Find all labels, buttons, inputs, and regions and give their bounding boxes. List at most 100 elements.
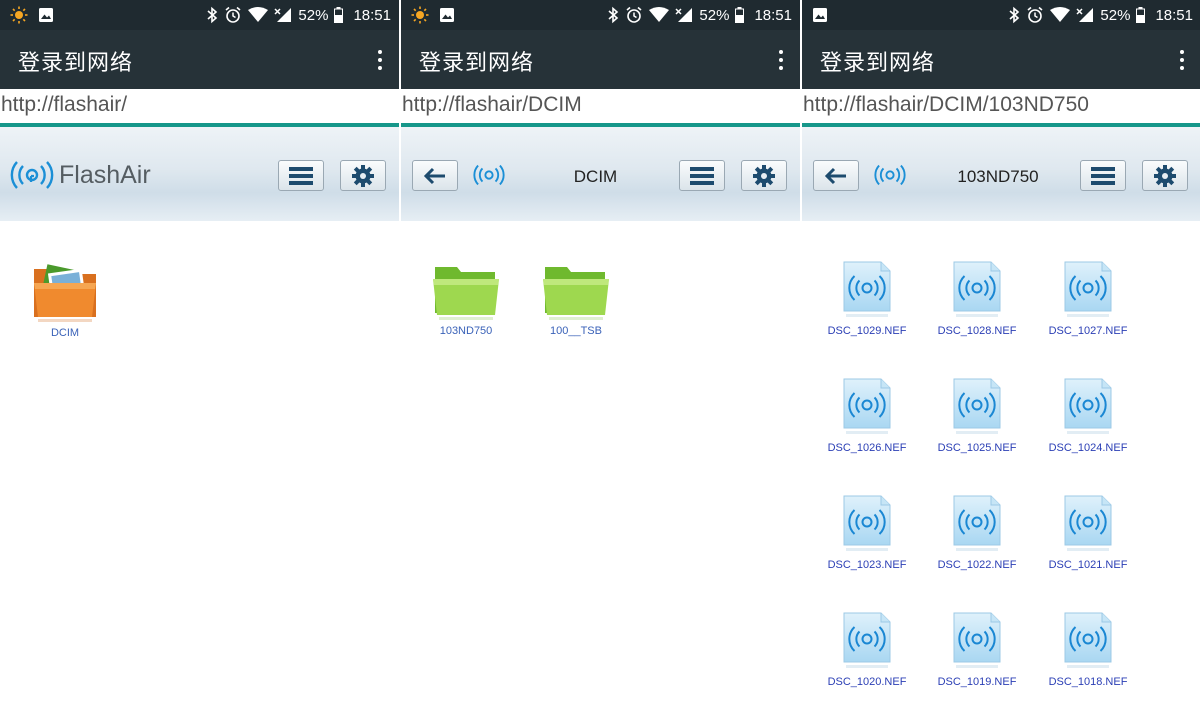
file-grid: 103ND750 100__TSB xyxy=(401,226,800,711)
list-item[interactable]: DSC_1027.NEF xyxy=(1038,259,1138,337)
gear-icon xyxy=(352,164,374,187)
brightness-icon xyxy=(411,6,429,24)
alarm-icon xyxy=(1027,6,1043,23)
screens-row: 52% 18:51 登录到网络 http://flashair/ FlashAi… xyxy=(0,0,1200,711)
list-item[interactable]: DSC_1026.NEF xyxy=(817,376,917,454)
nef-file-icon xyxy=(1064,495,1112,551)
url-bar[interactable]: http://flashair/DCIM/103ND750 xyxy=(802,89,1200,127)
overflow-menu-icon[interactable] xyxy=(1179,50,1185,70)
list-item[interactable]: DSC_1028.NEF xyxy=(927,259,1027,337)
settings-button[interactable] xyxy=(741,160,787,191)
page-title: 登录到网络 xyxy=(18,51,134,76)
list-item[interactable]: DSC_1020.NEF xyxy=(817,610,917,688)
flashair-wave-icon xyxy=(874,164,906,186)
item-label: DSC_1028.NEF xyxy=(937,325,1017,337)
item-label: DSC_1025.NEF xyxy=(937,442,1017,454)
item-label: 103ND750 xyxy=(439,325,493,337)
bluetooth-icon xyxy=(1009,6,1020,24)
nef-file-icon xyxy=(953,495,1001,551)
green-folder-icon xyxy=(433,267,499,320)
item-label: DSC_1027.NEF xyxy=(1048,325,1128,337)
list-view-button[interactable] xyxy=(278,160,324,191)
list-item[interactable]: 100__TSB xyxy=(526,261,626,337)
nef-file-icon xyxy=(1064,612,1112,668)
list-item[interactable]: DSC_1022.NEF xyxy=(927,493,1027,571)
url-bar[interactable]: http://flashair/ xyxy=(0,89,399,127)
item-label: DSC_1024.NEF xyxy=(1048,442,1128,454)
alarm-icon xyxy=(225,6,241,23)
status-bar: 52% 18:51 xyxy=(401,0,800,30)
nef-file-icon xyxy=(953,261,1001,317)
item-label: DSC_1018.NEF xyxy=(1048,676,1128,688)
clock: 18:51 xyxy=(353,6,391,24)
clock: 18:51 xyxy=(754,6,792,24)
list-item[interactable]: DSC_1021.NEF xyxy=(1038,493,1138,571)
wifi-icon xyxy=(649,7,670,22)
app-bar: 登录到网络 xyxy=(802,30,1200,89)
nef-file-icon xyxy=(843,612,891,668)
url-text: http://flashair/ xyxy=(1,93,128,116)
flashair-wave-icon xyxy=(473,164,505,186)
nef-file-icon xyxy=(843,495,891,551)
app-bar: 登录到网络 xyxy=(401,30,800,89)
overflow-menu-icon[interactable] xyxy=(377,50,383,70)
gear-icon xyxy=(1154,164,1176,187)
battery-icon xyxy=(735,7,745,23)
nef-file-icon xyxy=(1064,261,1112,317)
flashair-header: DCIM xyxy=(401,127,800,221)
clock: 18:51 xyxy=(1155,6,1193,24)
item-label: DCIM xyxy=(50,327,80,339)
screen-root: 52% 18:51 登录到网络 http://flashair/DCIM DCI… xyxy=(401,0,800,711)
flashair-header: 103ND750 xyxy=(802,127,1200,221)
file-grid: DCIM xyxy=(0,226,399,711)
arrow-left-icon xyxy=(423,167,445,184)
list-item[interactable]: DSC_1019.NEF xyxy=(927,610,1027,688)
list-item[interactable]: DSC_1023.NEF xyxy=(817,493,917,571)
url-text: http://flashair/DCIM xyxy=(402,93,582,116)
settings-button[interactable] xyxy=(340,160,386,191)
url-bar[interactable]: http://flashair/DCIM xyxy=(401,89,800,127)
battery-percent: 52% xyxy=(298,6,329,24)
nef-file-icon xyxy=(843,378,891,434)
overflow-menu-icon[interactable] xyxy=(778,50,784,70)
settings-button[interactable] xyxy=(1142,160,1188,191)
nef-file-icon xyxy=(843,261,891,317)
menu-lines-icon xyxy=(690,166,714,185)
green-folder-icon xyxy=(543,267,609,320)
folder-title: 103ND750 xyxy=(957,167,1039,186)
signal-icon xyxy=(675,8,693,22)
flashair-header: FlashAir xyxy=(0,127,399,221)
back-button[interactable] xyxy=(412,160,458,191)
item-label: DSC_1019.NEF xyxy=(937,676,1017,688)
alarm-icon xyxy=(626,6,642,23)
list-item[interactable]: DSC_1018.NEF xyxy=(1038,610,1138,688)
page-title: 登录到网络 xyxy=(820,51,936,76)
item-label: DSC_1026.NEF xyxy=(827,442,907,454)
flashair-logo-text: FlashAir xyxy=(59,160,151,189)
list-item[interactable]: DSC_1024.NEF xyxy=(1038,376,1138,454)
nef-file-icon xyxy=(1064,378,1112,434)
bluetooth-icon xyxy=(207,6,218,24)
flashair-logo: FlashAir xyxy=(10,160,151,190)
arrow-left-icon xyxy=(824,167,846,184)
flashair-wave-icon xyxy=(10,161,54,189)
page-title: 登录到网络 xyxy=(419,51,535,76)
file-grid: DSC_1029.NEF DSC_1028.NEF DSC_1027.NEF D… xyxy=(802,226,1200,711)
menu-lines-icon xyxy=(1091,166,1115,185)
screen-root: 52% 18:51 登录到网络 http://flashair/DCIM/103… xyxy=(802,0,1200,711)
signal-icon xyxy=(1076,8,1094,22)
battery-icon xyxy=(334,7,344,23)
list-view-button[interactable] xyxy=(1080,160,1126,191)
list-item[interactable]: DSC_1025.NEF xyxy=(927,376,1027,454)
list-item[interactable]: 103ND750 xyxy=(416,261,516,337)
bluetooth-icon xyxy=(608,6,619,24)
screen-root: 52% 18:51 登录到网络 http://flashair/ FlashAi… xyxy=(0,0,399,711)
signal-icon xyxy=(274,8,292,22)
list-view-button[interactable] xyxy=(679,160,725,191)
list-item[interactable]: DCIM xyxy=(15,261,115,339)
item-label: DSC_1020.NEF xyxy=(827,676,907,688)
nef-file-icon xyxy=(953,378,1001,434)
app-bar: 登录到网络 xyxy=(0,30,399,89)
back-button[interactable] xyxy=(813,160,859,191)
list-item[interactable]: DSC_1029.NEF xyxy=(817,259,917,337)
